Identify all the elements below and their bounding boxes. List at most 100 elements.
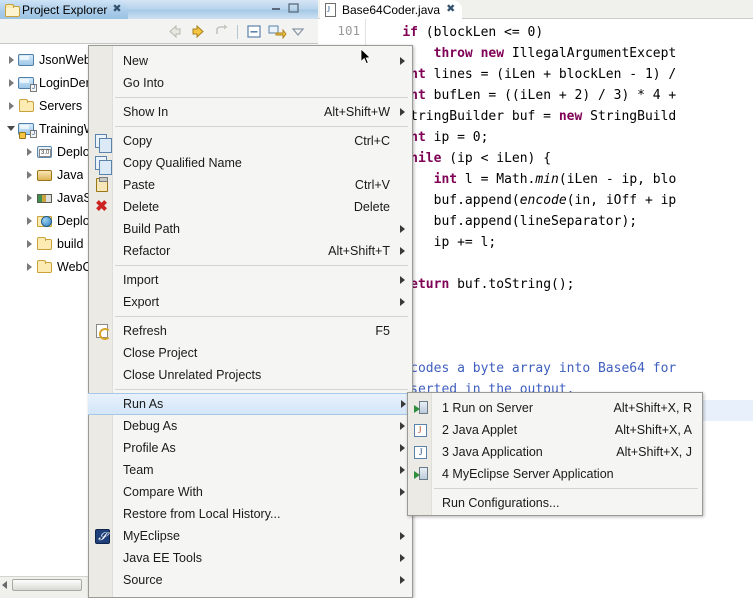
menu-item-team[interactable]: Team	[89, 459, 412, 481]
menu-item-close-project[interactable]: Close Project	[89, 342, 412, 364]
submenu-arrow-icon	[400, 444, 405, 452]
toolbar-separator	[237, 24, 238, 39]
menu-item-refresh[interactable]: Refresh F5	[89, 320, 412, 342]
menu-item-label: Delete	[123, 200, 160, 214]
line-number: 101	[337, 23, 360, 38]
menu-item-run-as[interactable]: Run As	[88, 393, 413, 415]
menu-item-2-java-applet[interactable]: 2 Java Applet Alt+Shift+X, A	[408, 419, 702, 441]
run-on-server-icon	[412, 400, 429, 416]
submenu-arrow-icon	[400, 422, 405, 430]
run-on-server-icon	[412, 466, 429, 482]
chevron-right-icon[interactable]	[22, 239, 36, 248]
chevron-right-icon[interactable]	[22, 262, 36, 271]
menu-item-label: Team	[123, 463, 154, 477]
chevron-right-icon[interactable]	[22, 216, 36, 225]
chevron-down-icon[interactable]	[4, 126, 18, 131]
menu-item-1-run-on-server[interactable]: 1 Run on Server Alt+Shift+X, R	[408, 397, 702, 419]
menu-item-export[interactable]: Export	[89, 291, 412, 313]
tab-project-explorer[interactable]: Project Explorer ✖	[0, 0, 128, 19]
submenu-arrow-icon	[400, 225, 405, 233]
link-with-editor-icon[interactable]	[267, 22, 287, 41]
tree-item-label: JavaS	[57, 190, 92, 205]
menu-item-label: Refactor	[123, 244, 171, 258]
chevron-right-icon[interactable]	[22, 193, 36, 202]
menu-item-3-java-application[interactable]: 3 Java Application Alt+Shift+X, J	[408, 441, 702, 463]
menu-item-close-unrelated-projects[interactable]: Close Unrelated Projects	[89, 364, 412, 386]
submenu-arrow-icon	[400, 554, 405, 562]
editor-tab-close-icon[interactable]: ✖	[446, 4, 455, 15]
forward-arrow-icon[interactable]	[188, 22, 208, 41]
menu-item-import[interactable]: Import	[89, 269, 412, 291]
code-line: if (blockLen <= 0)	[402, 25, 544, 40]
menu-item-java-ee-tools[interactable]: Java EE Tools	[89, 547, 412, 569]
menu-item-label: 1 Run on Server	[442, 401, 534, 415]
tree-item-label: Servers	[39, 98, 83, 113]
submenu-arrow-icon	[401, 400, 406, 408]
code-line: ip += l;	[371, 235, 497, 250]
menu-item-copy-qualified-name[interactable]: Copy Qualified Name	[89, 152, 412, 175]
menu-item-go-into[interactable]: Go Into	[89, 72, 412, 94]
code-line: buf.append(encode(in, iOff + ip	[371, 193, 677, 208]
code-line: buf.append(lineSeparator);	[371, 214, 638, 229]
menu-item-label: Run As	[123, 397, 164, 411]
code-line: StringBuilder buf = new StringBuild	[371, 109, 677, 124]
collapse-all-icon[interactable]	[244, 22, 264, 41]
minimize-icon[interactable]	[270, 2, 283, 14]
menu-item-4-myeclipse-server-application[interactable]: 4 MyEclipse Server Application	[408, 463, 702, 485]
code-line: return buf.toString();	[402, 277, 575, 292]
code-line: /**	[367, 337, 753, 358]
chevron-right-icon[interactable]	[22, 170, 36, 179]
back-arrow-icon[interactable]	[165, 22, 185, 41]
folder-icon	[18, 98, 36, 114]
editor-tab-label: Base64Coder.java	[342, 2, 441, 17]
folder-icon	[36, 236, 54, 252]
chevron-right-icon[interactable]	[4, 78, 18, 87]
tree-item-label: LoginDer	[39, 75, 90, 90]
menu-item-shortcut: Alt+Shift+X, J	[616, 445, 692, 459]
menu-item-run-configurations[interactable]: Run Configurations...	[408, 492, 702, 514]
menu-item-source[interactable]: Source	[89, 569, 412, 591]
menu-item-delete[interactable]: ✖ Delete Delete	[89, 196, 412, 218]
menu-item-show-in[interactable]: Show In Alt+Shift+W	[89, 101, 412, 123]
menu-item-label: Run Configurations...	[442, 496, 560, 510]
menu-item-label: Export	[123, 295, 160, 309]
menu-item-restore-from-local-history[interactable]: Restore from Local History...	[89, 503, 412, 525]
paste-icon	[93, 177, 110, 193]
project-explorer-tab-bar: Project Explorer ✖	[0, 0, 318, 19]
menu-item-label: Java EE Tools	[123, 551, 202, 565]
up-arrow-icon[interactable]	[211, 22, 231, 41]
menu-item-new[interactable]: New	[89, 50, 412, 72]
menu-item-label: Show In	[123, 105, 169, 119]
menu-item-refactor[interactable]: Refactor Alt+Shift+T	[89, 240, 412, 262]
project-context-menu[interactable]: New Go Into Show In Alt+Shift+W Copy Ctrl+C Co…	[88, 45, 413, 598]
scrollbar-thumb[interactable]	[12, 579, 82, 591]
menu-item-shortcut: Delete	[353, 200, 390, 214]
menu-item-debug-as[interactable]: Debug As	[89, 415, 412, 437]
chevron-right-icon[interactable]	[22, 147, 36, 156]
java-application-icon	[412, 444, 429, 460]
tree-item-label: Java	[57, 167, 84, 182]
menu-item-compare-with[interactable]: Compare With	[89, 481, 412, 503]
menu-item-paste[interactable]: Paste Ctrl+V	[89, 174, 412, 196]
chevron-right-icon[interactable]	[4, 101, 18, 110]
delete-icon: ✖	[95, 198, 108, 215]
view-menu-icon[interactable]	[290, 22, 310, 41]
code-line: int l = Math.min(iLen - ip, blo	[433, 172, 677, 187]
code-line: * Encodes a byte array into Base64 for	[371, 361, 677, 376]
menu-item-profile-as[interactable]: Profile As	[89, 437, 412, 459]
menu-item-label: 4 MyEclipse Server Application	[442, 467, 614, 481]
run-as-submenu[interactable]: 1 Run on Server Alt+Shift+X, R 2 Java Appl…	[407, 392, 703, 516]
editor-tab-base64coder[interactable]: J Base64Coder.java ✖	[320, 0, 463, 19]
project-explorer-tab-close-icon[interactable]: ✖	[112, 4, 121, 15]
menu-separator	[115, 265, 408, 266]
submenu-arrow-icon	[400, 466, 405, 474]
scroll-left-arrow-icon[interactable]	[2, 581, 7, 589]
menu-item-build-path[interactable]: Build Path	[89, 218, 412, 240]
menu-item-copy[interactable]: Copy Ctrl+C	[89, 130, 412, 153]
code-line: int ip = 0;	[402, 130, 489, 145]
chevron-right-icon[interactable]	[4, 55, 18, 64]
menu-item-myeclipse[interactable]: 𝓢 MyEclipse	[89, 525, 412, 547]
menu-item-label: Source	[123, 573, 163, 587]
deployed-resources-icon	[36, 213, 54, 229]
maximize-icon[interactable]	[287, 2, 300, 14]
